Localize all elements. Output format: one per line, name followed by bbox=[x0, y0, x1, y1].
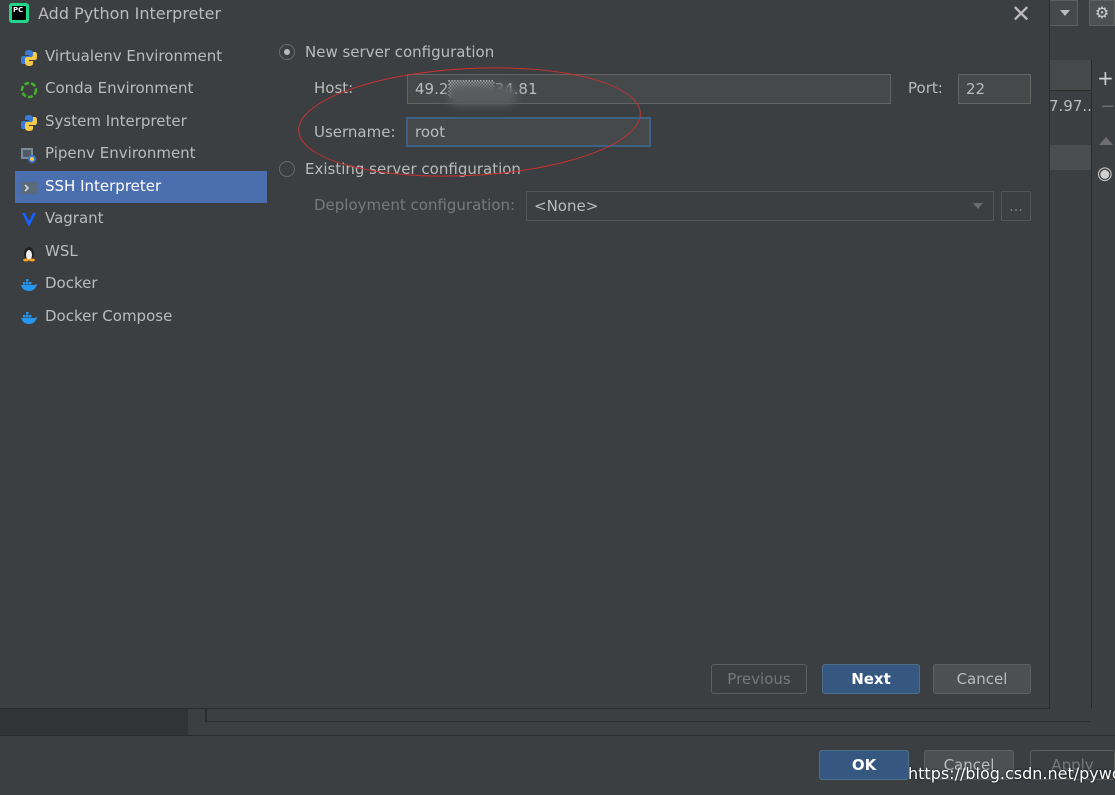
divider bbox=[0, 735, 1115, 736]
port-input[interactable]: 22 bbox=[958, 74, 1031, 104]
packages-toolbar bbox=[1091, 60, 1115, 720]
remove-package-icon[interactable]: − bbox=[1100, 96, 1115, 117]
divider bbox=[205, 708, 207, 722]
nav-item-vagrant[interactable]: Vagrant bbox=[15, 203, 267, 235]
linux-icon bbox=[23, 247, 35, 262]
browse-button[interactable]: ... bbox=[1001, 191, 1031, 221]
nav-item-label: Docker Compose bbox=[45, 307, 173, 325]
nav-item-label: Vagrant bbox=[45, 209, 104, 227]
packages-table-header bbox=[1049, 60, 1091, 91]
nav-item-docker-compose[interactable]: Docker Compose bbox=[15, 301, 267, 333]
cancel-button[interactable]: Cancel bbox=[933, 664, 1031, 694]
deployment-config-select[interactable]: <None> bbox=[526, 191, 994, 221]
new-server-label: New server configuration bbox=[305, 43, 495, 61]
python-icon bbox=[21, 115, 37, 131]
gear-icon[interactable]: ⚙ bbox=[1089, 0, 1115, 26]
dialog-title: Add Python Interpreter bbox=[38, 4, 222, 23]
close-icon[interactable]: ✕ bbox=[1011, 0, 1031, 28]
pycharm-logo-text: PC bbox=[12, 6, 26, 20]
docker-icon bbox=[21, 312, 37, 324]
ok-button[interactable]: OK bbox=[819, 750, 909, 780]
port-label: Port: bbox=[908, 79, 943, 97]
conda-icon bbox=[20, 81, 38, 99]
nav-item-label: Virtualenv Environment bbox=[45, 47, 223, 65]
nav-item-label: Conda Environment bbox=[45, 79, 194, 97]
chevron-down-icon bbox=[1060, 10, 1070, 16]
nav-item-wsl[interactable]: WSL bbox=[15, 236, 267, 268]
nav-item-virtualenv[interactable]: Virtualenv Environment bbox=[15, 41, 267, 73]
nav-item-label: Docker bbox=[45, 274, 98, 292]
nav-item-conda[interactable]: Conda Environment bbox=[15, 73, 267, 105]
deployment-config-label: Deployment configuration: bbox=[314, 196, 516, 214]
divider bbox=[205, 721, 1090, 722]
upgrade-package-icon[interactable] bbox=[1099, 137, 1113, 145]
eye-icon[interactable]: ◉ bbox=[1097, 163, 1113, 184]
pipenv-icon bbox=[21, 148, 36, 163]
previous-button[interactable]: Previous bbox=[711, 664, 807, 694]
package-version-cell: 7.97... bbox=[1049, 97, 1091, 115]
nav-item-label: System Interpreter bbox=[45, 112, 187, 130]
docker-icon bbox=[21, 279, 37, 291]
watermark: https://blog.csdn.net/pyword bbox=[908, 764, 1115, 783]
existing-server-radio[interactable] bbox=[279, 161, 295, 177]
add-package-icon[interactable]: + bbox=[1097, 66, 1114, 90]
chevron-down-icon bbox=[973, 203, 983, 209]
ssh-icon bbox=[21, 182, 37, 194]
nav-item-pipenv[interactable]: Pipenv Environment bbox=[15, 138, 267, 170]
radio-selected-dot bbox=[284, 49, 290, 55]
next-button[interactable]: Next bbox=[822, 664, 920, 694]
settings-footer-left bbox=[0, 708, 188, 736]
nav-item-label: SSH Interpreter bbox=[45, 177, 162, 195]
nav-item-label: Pipenv Environment bbox=[45, 144, 196, 162]
vagrant-icon bbox=[22, 213, 36, 227]
package-row-selected[interactable] bbox=[1049, 145, 1091, 170]
nav-item-docker[interactable]: Docker bbox=[15, 268, 267, 300]
nav-item-ssh[interactable]: SSH Interpreter bbox=[15, 171, 267, 203]
python-icon bbox=[21, 50, 37, 66]
nav-item-label: WSL bbox=[45, 242, 78, 260]
nav-item-system[interactable]: System Interpreter bbox=[15, 106, 267, 138]
